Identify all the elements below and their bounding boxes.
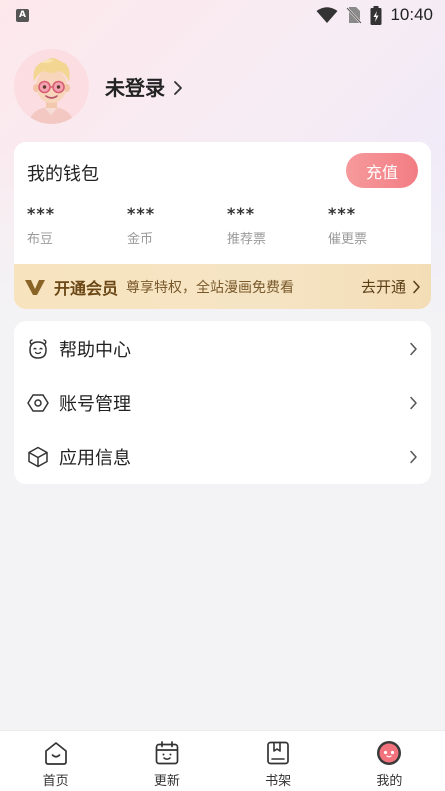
cartoon-avatar-icon [28,58,75,124]
stat-urge-tickets[interactable]: *** 催更票 [328,204,367,247]
login-entry[interactable]: 未登录 [14,49,183,124]
stat-value: *** [227,204,256,223]
chevron-right-icon [413,280,420,293]
hexagon-settings-icon [27,394,49,412]
battery-icon [370,5,382,25]
home-icon [44,742,67,765]
nav-bookshelf[interactable]: 书架 [223,731,334,791]
avatar[interactable] [14,49,89,124]
vip-v-icon [25,279,45,295]
stat-value: *** [127,204,156,223]
clock: 10:40 [390,5,433,24]
stat-label: 布豆 [27,232,54,247]
profile-face-icon [377,741,402,765]
stat-budou[interactable]: *** 布豆 [27,204,55,247]
help-face-icon [29,339,47,359]
stat-value: *** [328,204,357,223]
menu-label: 帮助中心 [59,340,131,361]
wallet-card: 我的钱包 充值 *** 布豆 *** 金币 *** 推荐票 *** 催更票 开通… [14,142,431,309]
bottom-navigation: 首页 更新 书架 我的 [0,730,445,791]
nav-home[interactable]: 首页 [0,731,111,791]
nav-label: 我的 [376,774,403,789]
menu-card: 帮助中心 账号管理 应用信息 [14,321,431,484]
menu-item-account-management[interactable]: 账号管理 [14,376,431,430]
bookshelf-icon [267,741,289,765]
chevron-right-icon [410,342,417,356]
vip-title: 开通会员 [54,278,119,298]
vip-banner[interactable]: 开通会员 尊享特权，全站漫画免费看 去开通 [14,264,431,309]
chevron-right-icon [410,396,417,410]
stat-label: 金币 [127,232,154,247]
cube-icon [28,446,48,468]
nav-mine[interactable]: 我的 [334,731,445,791]
stat-label: 推荐票 [227,232,267,247]
nav-label: 书架 [265,774,292,789]
status-icons: 10:40 [316,5,433,25]
wallet-title: 我的钱包 [27,164,99,185]
recharge-button[interactable]: 充值 [346,153,418,188]
menu-label: 应用信息 [59,448,131,469]
status-bar: A 10:40 [0,0,445,30]
chevron-right-icon [410,450,417,464]
stat-value: *** [27,204,56,223]
nav-label: 更新 [153,774,180,789]
menu-item-app-info[interactable]: 应用信息 [14,430,431,484]
chevron-right-icon [174,80,182,95]
login-label[interactable]: 未登录 [105,72,165,101]
vip-open-label: 去开通 [360,278,406,296]
menu-item-help-center[interactable]: 帮助中心 [14,322,431,376]
calendar-icon [155,741,179,765]
nav-updates[interactable]: 更新 [111,731,222,791]
stat-coins[interactable]: *** 金币 [127,204,155,247]
nav-label: 首页 [42,774,69,789]
vip-description: 尊享特权，全站漫画免费看 [126,279,295,296]
vip-open-button[interactable]: 去开通 [361,276,421,297]
menu-label: 账号管理 [59,394,131,415]
no-sim-icon [346,7,363,24]
wifi-icon [316,6,338,23]
stat-label: 催更票 [328,232,368,247]
app-notification-icon: A [16,8,29,22]
stat-recommend-tickets[interactable]: *** 推荐票 [227,204,266,247]
